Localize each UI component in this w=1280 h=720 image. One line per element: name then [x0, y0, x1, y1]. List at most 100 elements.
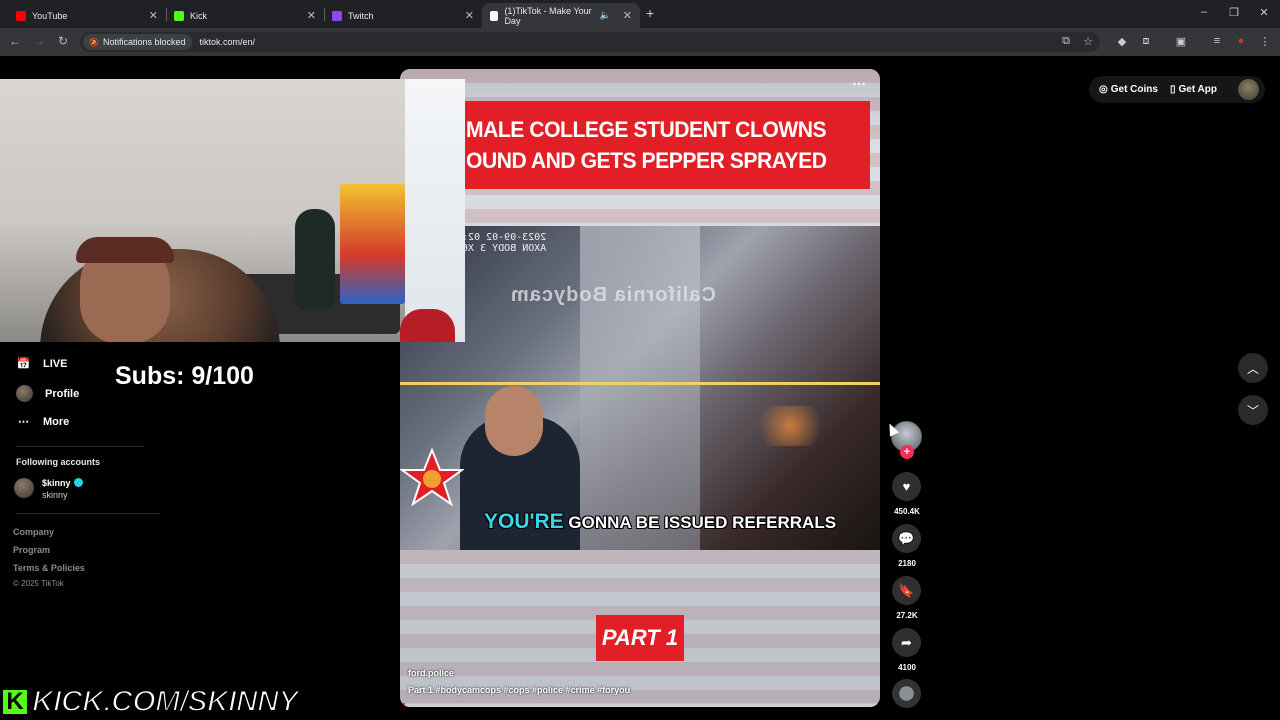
tab-label: Twitch	[348, 10, 374, 21]
tab-label: (1)TikTok - Make Your Day	[504, 5, 592, 26]
tab-tiktok[interactable]: (1)TikTok - Make Your Day 🔈 ✕	[482, 3, 640, 28]
string-lights	[750, 406, 830, 446]
bodycam-timestamp: 2023-09-02 02: AXON BODY 3 X6	[462, 232, 546, 254]
heart-icon: ♥	[902, 479, 911, 494]
get-coins-button[interactable]: ◎ Get Coins	[1095, 84, 1162, 95]
kick-url-text: KICK.COM/SKINNY	[31, 684, 299, 719]
next-video-button[interactable]: ﹀	[1238, 395, 1268, 425]
copyright: © 2025 TikTok	[13, 579, 64, 588]
subs-counter: Subs: 9/100	[115, 362, 254, 390]
profile-avatar-icon[interactable]: ●	[1234, 35, 1248, 47]
install-app-icon[interactable]: ⧉	[1059, 35, 1073, 48]
video-author[interactable]: ford.police	[408, 668, 454, 678]
comment-bubble-icon: 💬	[898, 530, 915, 546]
sidebar-item-profile[interactable]: Profile	[16, 385, 79, 402]
timestamp-line-2: AXON BODY 3 X6	[462, 243, 547, 254]
footer-link-program[interactable]: Program	[13, 545, 50, 555]
following-accounts-title: Following accounts	[16, 457, 101, 467]
youtube-favicon-icon	[16, 10, 26, 21]
tab-youtube[interactable]: YouTube ✕	[8, 3, 166, 28]
window-light	[405, 79, 465, 342]
close-icon[interactable]: ✕	[307, 9, 316, 22]
timestamp-line-1: 2023-09-02 02:	[462, 232, 547, 243]
footer-link-terms[interactable]: Terms & Policies	[13, 563, 85, 573]
account-handle: skinny	[42, 490, 68, 500]
get-coins-label: Get Coins	[1110, 84, 1158, 95]
comment-button[interactable]: 💬	[892, 524, 921, 553]
notifications-blocked-label: Notifications blocked	[102, 37, 186, 47]
tab-label: YouTube	[32, 10, 68, 21]
chevron-up-icon: ︿	[1246, 361, 1259, 376]
media-controls-icon[interactable]: ≡	[1210, 35, 1224, 47]
live-icon: 📅	[16, 358, 31, 370]
menu-kebab-icon[interactable]: ⋮	[1258, 35, 1272, 48]
channel-watermark: California Bodycam	[510, 284, 716, 306]
share-button[interactable]: ➦	[892, 628, 921, 657]
get-app-label: Get App	[1178, 84, 1217, 95]
forward-icon[interactable]: →	[31, 34, 47, 48]
footer-link-company[interactable]: Company	[13, 527, 54, 537]
new-tab-icon[interactable]: +	[646, 5, 654, 21]
sidebar-item-label: Profile	[45, 387, 80, 400]
previous-video-button[interactable]: ︿	[1238, 353, 1268, 383]
share-arrow-icon: ➦	[901, 634, 912, 650]
following-account-item[interactable]: $kinny skinny	[14, 478, 83, 500]
extensions-puzzle-icon[interactable]: ⧈	[1139, 35, 1153, 48]
video-progress-bar[interactable]	[400, 703, 880, 707]
bearbrick-figure	[295, 209, 335, 309]
minimize-icon[interactable]: –	[1196, 6, 1212, 18]
close-icon[interactable]: ✕	[149, 9, 158, 22]
video-description[interactable]: Part 1 #bodycamcops #cops #police #crime…	[408, 685, 630, 695]
video-caption: YOU'RE GONNA BE ISSUED REFERRALS	[484, 510, 836, 534]
reload-icon[interactable]: ↻	[55, 34, 71, 48]
porch-scene	[580, 226, 700, 550]
video-title-banner: MALE COLLEGE STUDENT CLOWNS OUND AND GET…	[464, 101, 870, 189]
sidebar-item-live[interactable]: 📅 LIVE	[16, 356, 68, 371]
california-bodycam-star-logo	[400, 447, 464, 507]
user-avatar[interactable]	[1238, 79, 1259, 100]
back-icon[interactable]: ←	[7, 34, 23, 48]
profile-avatar	[16, 385, 33, 402]
tiktok-favicon-icon	[490, 10, 499, 21]
bookmark-icon: 🔖	[898, 582, 915, 598]
sidebar-item-more[interactable]: ⋯ More	[16, 414, 69, 429]
window-close-icon[interactable]: ✕	[1256, 6, 1272, 19]
comment-count: 2180	[898, 559, 916, 568]
sidebar-item-label: LIVE	[43, 357, 68, 370]
video-progress-fill	[400, 703, 405, 707]
url-text[interactable]: tiktok.com/en/	[200, 37, 256, 47]
follow-plus-icon[interactable]: +	[900, 445, 914, 459]
close-icon[interactable]: ✕	[465, 9, 474, 22]
sidebar-item-label: More	[43, 415, 70, 428]
sidepanel-icon[interactable]: ▣	[1174, 35, 1188, 48]
sidebar-divider	[16, 446, 144, 447]
kick-logo-icon: K	[0, 687, 30, 717]
caption-highlight: YOU'RE	[484, 510, 564, 533]
arcade-cabinet	[340, 184, 405, 304]
streamer-cap	[76, 237, 174, 263]
notifications-blocked-chip[interactable]: 🔕 Notifications blocked	[83, 34, 192, 50]
title-line-2: OUND AND GETS PEPPER SPRAYED	[466, 148, 827, 173]
save-button[interactable]: 🔖	[892, 576, 921, 605]
bodycam-footage: 2023-09-02 02: AXON BODY 3 X6 California…	[400, 226, 880, 550]
video-player[interactable]: MALE COLLEGE STUDENT CLOWNS OUND AND GET…	[400, 69, 880, 707]
red-figure	[400, 309, 455, 342]
phone-icon: ▯	[1169, 84, 1176, 95]
close-icon[interactable]: ✕	[623, 9, 632, 22]
share-count: 4100	[898, 663, 916, 672]
sound-disc-icon[interactable]	[892, 679, 921, 708]
restore-icon[interactable]: ❐	[1226, 6, 1242, 19]
more-options-icon[interactable]: ⋯	[852, 75, 866, 92]
tab-twitch[interactable]: Twitch ✕	[324, 3, 482, 28]
officer-head	[485, 386, 543, 456]
verified-badge-icon	[73, 478, 83, 487]
tab-kick[interactable]: Kick ✕	[166, 3, 324, 28]
get-app-button[interactable]: ▯ Get App	[1166, 84, 1221, 95]
speaker-icon[interactable]: 🔈	[600, 10, 611, 21]
caption-rest: GONNA BE ISSUED REFERRALS	[568, 513, 837, 532]
bookmark-star-icon[interactable]: ☆	[1081, 35, 1095, 48]
extension-diamond-icon[interactable]: ◆	[1115, 35, 1129, 48]
kick-favicon-icon	[174, 10, 184, 21]
like-button[interactable]: ♥	[892, 472, 921, 501]
omnibox[interactable]: 🔕 Notifications blocked tiktok.com/en/	[80, 32, 1100, 52]
